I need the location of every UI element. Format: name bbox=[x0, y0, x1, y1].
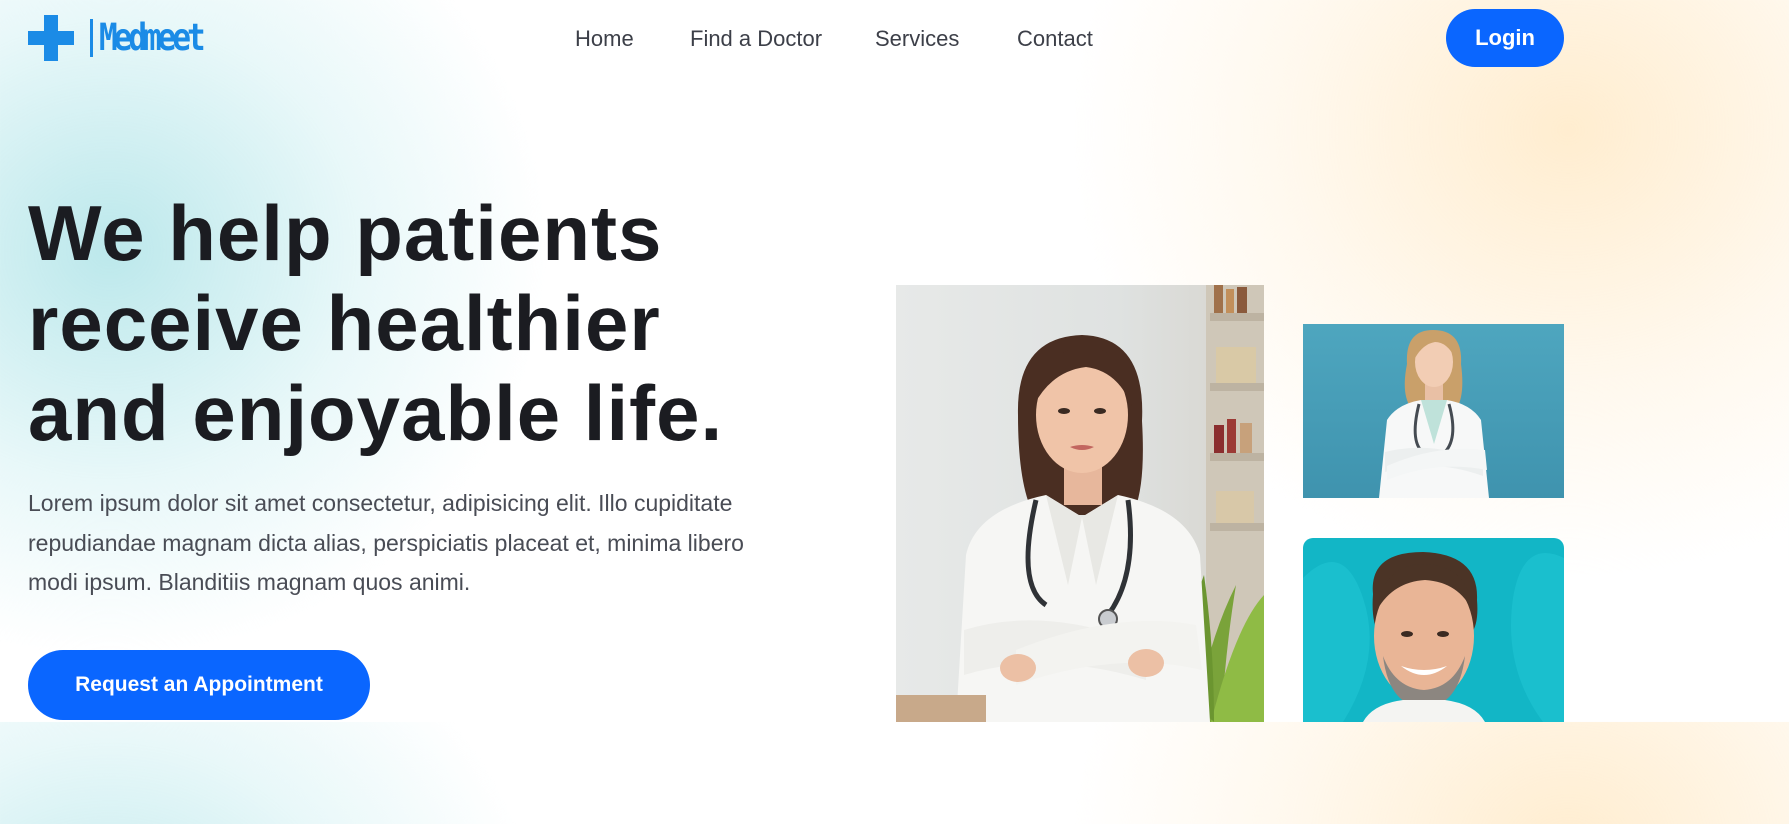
nav-item-find-a-doctor[interactable]: Find a Doctor bbox=[690, 24, 822, 54]
hero-heading-line: receive healthier bbox=[28, 279, 661, 367]
logo-divider bbox=[90, 19, 93, 57]
nav-item-contact[interactable]: Contact bbox=[1017, 24, 1093, 54]
brand-logo[interactable]: Medmeet bbox=[28, 15, 206, 61]
request-appointment-button[interactable]: Request an Appointment bbox=[28, 650, 370, 720]
doctor-photo-main bbox=[896, 285, 1264, 722]
site-header: Medmeet Home Find a Doctor Services Cont… bbox=[0, 0, 1568, 76]
doctor-photo-tertiary bbox=[1303, 538, 1564, 722]
doctor-photo-secondary bbox=[1303, 324, 1564, 498]
nav-item-services[interactable]: Services bbox=[875, 24, 959, 54]
hero-heading-line: and enjoyable life. bbox=[28, 369, 724, 457]
nav-item-home[interactable]: Home bbox=[575, 24, 634, 54]
hero-heading-line: We help patients bbox=[28, 189, 663, 277]
hero-description: Lorem ipsum dolor sit amet consectetur, … bbox=[28, 490, 744, 595]
login-button[interactable]: Login bbox=[1446, 9, 1564, 67]
medical-cross-icon bbox=[28, 15, 74, 61]
brand-name: Medmeet bbox=[99, 16, 206, 60]
hero-heading: We help patients receive healthier and e… bbox=[28, 188, 848, 458]
